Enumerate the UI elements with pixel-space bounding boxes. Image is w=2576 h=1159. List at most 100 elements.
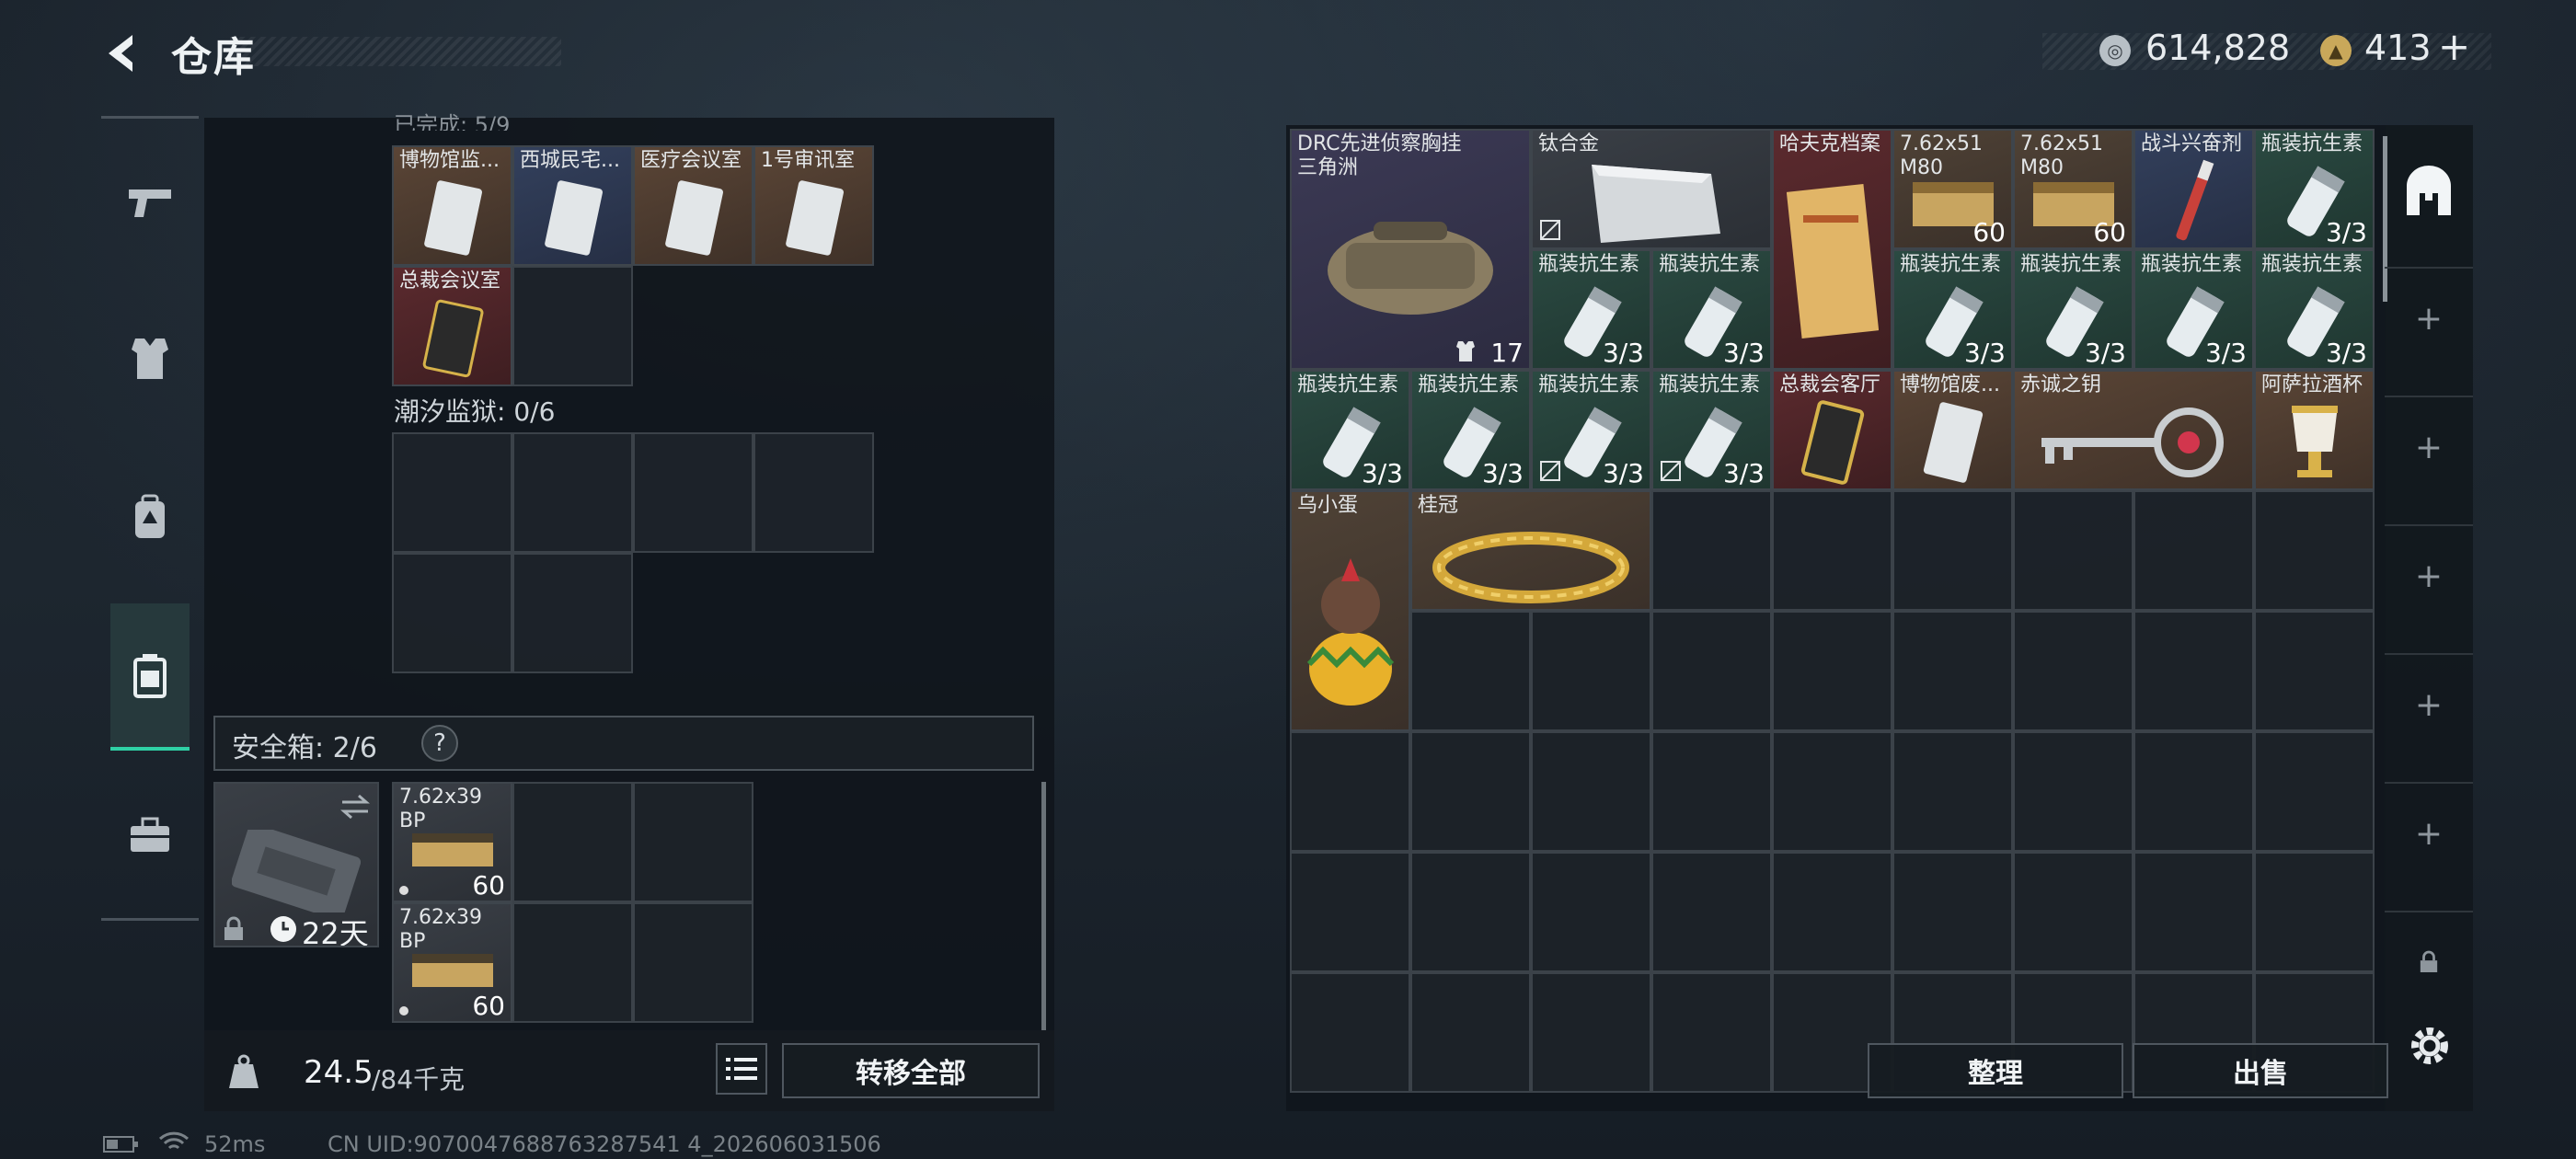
empty-slot[interactable] xyxy=(1651,731,1772,852)
stash-item[interactable]: 瓶装抗生素 3/3 xyxy=(1651,370,1772,490)
safe-box-item[interactable]: 22天 xyxy=(213,782,379,947)
empty-slot[interactable] xyxy=(633,902,753,1023)
settings-button[interactable] xyxy=(2407,1023,2453,1069)
empty-slot[interactable] xyxy=(392,432,512,553)
stash-item[interactable]: 瓶装抗生素 3/3 xyxy=(1290,370,1410,490)
keycard-item[interactable]: 西城民宅... xyxy=(512,145,633,266)
add-currency-button[interactable]: + xyxy=(2438,24,2470,69)
empty-slot[interactable] xyxy=(1772,490,1892,611)
keycard-item[interactable]: 总裁会议室 xyxy=(392,266,512,386)
add-tab-button[interactable]: + xyxy=(2385,524,2473,625)
stash-item[interactable]: 7.62x51 M80 60 xyxy=(1892,129,2013,249)
empty-slot[interactable] xyxy=(1531,972,1651,1093)
empty-slot[interactable] xyxy=(512,782,633,902)
empty-slot[interactable] xyxy=(1651,611,1772,731)
empty-slot[interactable] xyxy=(2013,852,2133,972)
empty-slot[interactable] xyxy=(512,902,633,1023)
empty-slot[interactable] xyxy=(1651,972,1772,1093)
empty-slot[interactable] xyxy=(512,266,633,386)
stash-item[interactable]: 瓶装抗生素 3/3 xyxy=(1531,249,1651,370)
empty-slot[interactable] xyxy=(1892,852,2013,972)
nav-weapon[interactable] xyxy=(110,156,190,248)
empty-slot[interactable] xyxy=(2133,852,2254,972)
stash-item[interactable]: 瓶装抗生素 3/3 xyxy=(1892,249,2013,370)
help-button[interactable]: ? xyxy=(421,725,458,762)
stash-item[interactable]: 乌小蛋 xyxy=(1290,490,1410,731)
stash-item[interactable]: 瓶装抗生素 3/3 xyxy=(2133,249,2254,370)
empty-slot[interactable] xyxy=(2133,611,2254,731)
empty-slot[interactable] xyxy=(1531,731,1651,852)
empty-slot[interactable] xyxy=(2254,611,2375,731)
empty-slot[interactable] xyxy=(1290,731,1410,852)
empty-slot[interactable] xyxy=(392,553,512,673)
empty-slot[interactable] xyxy=(1772,852,1892,972)
empty-slot[interactable] xyxy=(1410,852,1531,972)
empty-slot[interactable] xyxy=(1892,611,2013,731)
transfer-all-button[interactable]: 转移全部 xyxy=(782,1043,1040,1098)
empty-slot[interactable] xyxy=(633,782,753,902)
keycard-item[interactable]: 博物馆监... xyxy=(392,145,512,266)
empty-slot[interactable] xyxy=(1892,490,2013,611)
stash-item[interactable]: 桂冠 xyxy=(1410,490,1651,611)
empty-slot[interactable] xyxy=(633,432,753,553)
stash-item[interactable]: 哈夫克档案 xyxy=(1772,129,1892,370)
nav-armor[interactable] xyxy=(110,313,190,405)
add-tab-button[interactable]: + xyxy=(2385,267,2473,368)
ammo-item[interactable]: 7.62x39 BP 60 xyxy=(392,782,512,902)
empty-slot[interactable] xyxy=(753,432,874,553)
empty-slot[interactable] xyxy=(1651,852,1772,972)
stash-item[interactable]: 钛合金 xyxy=(1531,129,1772,249)
empty-slot[interactable] xyxy=(1410,972,1531,1093)
stash-item[interactable]: 战斗兴奋剂 xyxy=(2133,129,2254,249)
nav-container[interactable] xyxy=(110,603,190,751)
add-tab-button[interactable]: + xyxy=(2385,653,2473,754)
locked-tab[interactable] xyxy=(2385,911,2473,1012)
ammo-item[interactable]: 7.62x39 BP 60 xyxy=(392,902,512,1023)
empty-slot[interactable] xyxy=(1772,611,1892,731)
sell-button[interactable]: 出售 xyxy=(2133,1043,2388,1098)
nav-backpack[interactable] xyxy=(110,471,190,563)
empty-slot[interactable] xyxy=(1410,731,1531,852)
empty-slot[interactable] xyxy=(1290,972,1410,1093)
back-button[interactable] xyxy=(96,28,151,79)
empty-slot[interactable] xyxy=(2254,490,2375,611)
stash-item[interactable]: 7.62x51 M80 60 xyxy=(2013,129,2133,249)
empty-slot[interactable] xyxy=(2013,731,2133,852)
empty-slot[interactable] xyxy=(512,432,633,553)
stash-item[interactable]: 博物馆废... xyxy=(1892,370,2013,490)
empty-slot[interactable] xyxy=(2254,731,2375,852)
empty-slot[interactable] xyxy=(1290,852,1410,972)
stash-item[interactable]: 瓶装抗生素 3/3 xyxy=(2013,249,2133,370)
empty-slot[interactable] xyxy=(1531,852,1651,972)
stash-item[interactable]: 阿萨拉酒杯 xyxy=(2254,370,2375,490)
stash-item[interactable]: 总裁会客厅 xyxy=(1772,370,1892,490)
empty-slot[interactable] xyxy=(512,553,633,673)
empty-slot[interactable] xyxy=(1531,611,1651,731)
stash-item[interactable]: 瓶装抗生素 3/3 xyxy=(1410,370,1531,490)
empty-slot[interactable] xyxy=(1651,490,1772,611)
stash-tab-main[interactable] xyxy=(2385,136,2473,247)
empty-slot[interactable] xyxy=(2013,611,2133,731)
list-view-button[interactable] xyxy=(716,1043,767,1095)
scrollbar[interactable] xyxy=(1041,782,1046,1030)
add-tab-button[interactable]: + xyxy=(2385,396,2473,497)
empty-slot[interactable] xyxy=(1892,731,2013,852)
stash-item[interactable]: 瓶装抗生素 3/3 xyxy=(1531,370,1651,490)
keycard-item[interactable]: 医疗会议室 xyxy=(633,145,753,266)
vest-icon xyxy=(1456,341,1475,361)
keycard-item[interactable]: 1号审讯室 xyxy=(753,145,874,266)
empty-slot[interactable] xyxy=(2013,490,2133,611)
empty-slot[interactable] xyxy=(2133,731,2254,852)
nav-case[interactable] xyxy=(110,789,190,881)
stash-item[interactable]: 瓶装抗生素 3/3 xyxy=(1651,249,1772,370)
stash-item[interactable]: 瓶装抗生素 3/3 xyxy=(2254,129,2375,249)
stash-item[interactable]: DRC先进侦察胸挂 三角洲 17 xyxy=(1290,129,1531,370)
add-tab-button[interactable]: + xyxy=(2385,782,2473,883)
tidy-button[interactable]: 整理 xyxy=(1868,1043,2123,1098)
empty-slot[interactable] xyxy=(1410,611,1531,731)
empty-slot[interactable] xyxy=(2254,852,2375,972)
empty-slot[interactable] xyxy=(1772,731,1892,852)
stash-item[interactable]: 瓶装抗生素 3/3 xyxy=(2254,249,2375,370)
stash-item[interactable]: 赤诚之钥 xyxy=(2013,370,2254,490)
empty-slot[interactable] xyxy=(2133,490,2254,611)
